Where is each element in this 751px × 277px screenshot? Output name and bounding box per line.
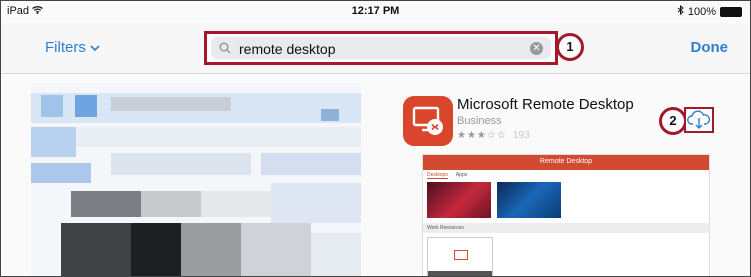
clear-search-icon[interactable]: ✕: [530, 42, 543, 55]
status-right: 100%: [677, 4, 742, 18]
remote-desktop-app-icon[interactable]: [403, 96, 453, 146]
card-footer: [428, 271, 492, 276]
preview-tab: Desktops: [427, 172, 448, 179]
preview-tab: Apps: [455, 172, 468, 178]
blur-block: [31, 127, 76, 157]
blur-block: [71, 191, 141, 217]
desktop-thumbnail: [427, 182, 491, 218]
blurred-result[interactable]: [31, 83, 361, 276]
search-highlight: ✕: [204, 31, 558, 65]
search-bar[interactable]: ✕: [211, 37, 551, 59]
app-rating: ★★★☆☆ 193: [457, 130, 530, 141]
blur-block: [271, 183, 361, 223]
monitor-icon: [412, 106, 443, 135]
blur-block: [141, 191, 201, 217]
nav-bar: Filters ✕ 1 Done: [1, 23, 750, 74]
blur-block: [261, 153, 361, 175]
chevron-down-icon: [90, 39, 100, 56]
blur-block: [61, 223, 131, 276]
preview-tabs: Desktops Apps: [427, 172, 467, 179]
callout-badge-2: 2: [659, 107, 687, 135]
blur-block: [111, 97, 231, 111]
blur-block: [131, 223, 181, 276]
download-button[interactable]: [684, 107, 714, 133]
filters-button[interactable]: Filters: [45, 39, 100, 56]
app-category: Business: [457, 115, 502, 127]
blur-block: [111, 153, 251, 175]
status-time: 12:17 PM: [351, 5, 400, 17]
battery-icon: [720, 6, 742, 17]
search-input[interactable]: [237, 39, 521, 59]
rating-stars: ★★★☆☆: [457, 130, 507, 141]
filters-label: Filters: [45, 39, 86, 56]
preview-title-bar: Remote Desktop: [423, 155, 709, 170]
cloud-download-icon: [687, 110, 711, 129]
blur-block: [31, 163, 91, 183]
desktop-thumbnail: [497, 182, 561, 218]
blur-block: [201, 191, 271, 217]
blur-block: [311, 233, 361, 276]
blur-block: [241, 223, 311, 276]
app-name[interactable]: Microsoft Remote Desktop: [457, 96, 634, 113]
preview-title: Remote Desktop: [539, 158, 593, 165]
resource-card: [427, 237, 493, 276]
monitor-icon: [454, 250, 468, 260]
callout-badge-1: 1: [556, 33, 584, 61]
battery-percent: 100%: [687, 5, 716, 18]
blur-block: [41, 95, 63, 117]
app-screenshot-preview[interactable]: Remote Desktop Desktops Apps Work Resour…: [422, 154, 710, 276]
blur-block: [75, 95, 97, 117]
search-icon: [219, 41, 231, 59]
status-bar: iPad 12:17 PM 100%: [1, 1, 750, 23]
preview-section-header: Work Resources: [423, 223, 709, 233]
app-store-screen: iPad 12:17 PM 100% Filters remote deskto…: [0, 0, 751, 277]
blur-block: [321, 109, 339, 121]
rating-count: 193: [512, 130, 530, 141]
bluetooth-icon: [677, 4, 684, 18]
blur-block: [76, 127, 361, 147]
done-button[interactable]: Done: [691, 39, 729, 56]
blur-block: [181, 223, 241, 276]
